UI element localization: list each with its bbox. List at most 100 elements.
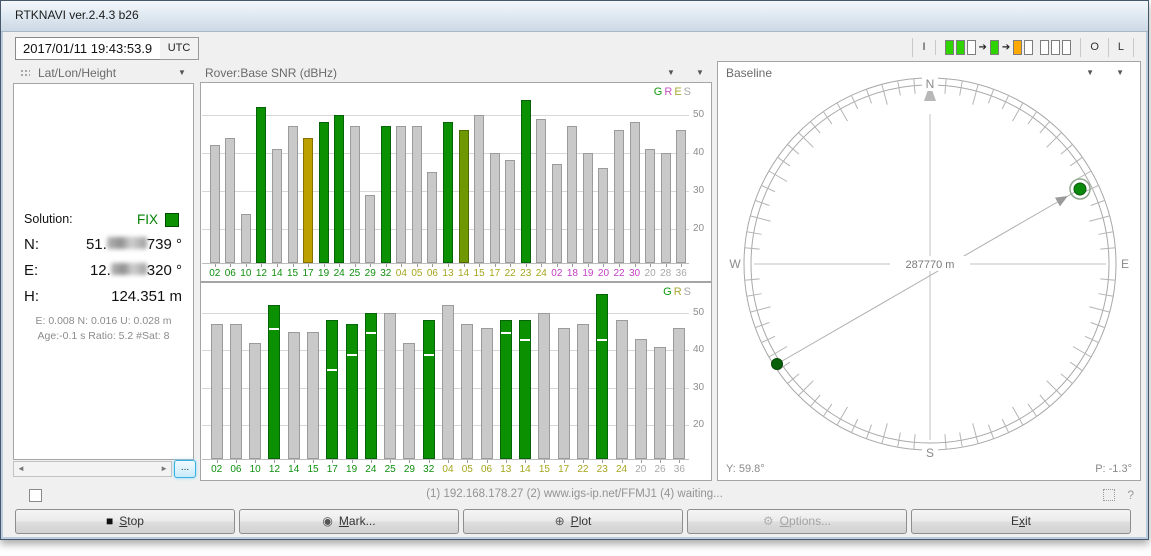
snr-bar [443, 122, 453, 263]
plot-button[interactable]: ⊕Plot [463, 509, 683, 534]
satellite-id-label: 26 [650, 464, 669, 475]
x-axis-tick [564, 460, 565, 463]
snr-bar [577, 324, 589, 459]
button-label: Plot [571, 514, 592, 528]
satellite-id-label: 15 [535, 464, 554, 475]
compass-north-label: N [926, 77, 935, 91]
satellite-id-label: 14 [515, 464, 534, 475]
x-axis-tick [544, 460, 545, 463]
compass-tick [750, 216, 770, 221]
satellite-id-label: 14 [269, 268, 285, 279]
exit-button[interactable]: Exit [911, 509, 1131, 534]
compass-tick [945, 79, 946, 94]
satellite-id-label: 13 [440, 268, 456, 279]
compass-tick [882, 423, 887, 443]
snr-bar [225, 138, 235, 263]
satellite-id-label: 20 [642, 268, 658, 279]
y-axis-tick-label: 40 [693, 147, 704, 158]
snr-bar [334, 115, 344, 263]
satellite-id-label: 17 [554, 464, 573, 475]
compass-tick [1100, 279, 1115, 280]
x-axis-tick [602, 460, 603, 463]
snr-bar [635, 339, 647, 459]
snr-bar [583, 153, 593, 263]
base-snr-chart: 2030405002061012141517192425293204050613… [200, 282, 712, 481]
snr-bar [536, 119, 546, 263]
x-axis-tick [557, 264, 558, 267]
legend-letter: S [684, 286, 693, 298]
y-axis-tick-label: 50 [693, 307, 704, 318]
compass-tick [778, 157, 790, 166]
stop-button[interactable]: ■Stop [15, 509, 235, 534]
satellite-id-label: 13 [496, 464, 515, 475]
mark-button[interactable]: ◉Mark... [239, 509, 459, 534]
solution-scrollbar[interactable]: ◄ ► [13, 461, 172, 477]
output-stream-button[interactable]: O [1080, 38, 1108, 57]
x-axis-line [202, 263, 689, 264]
time-system-button[interactable]: UTC [160, 37, 199, 60]
satellite-id-label: 36 [670, 464, 689, 475]
satellite-id-label: 14 [456, 268, 472, 279]
east-label: E: [24, 262, 38, 279]
snr-bar [326, 320, 338, 459]
age-ratio-sat-text: Age:-0.1 s Ratio: 5.2 #Sat: 8 [14, 330, 193, 342]
input-stream-button[interactable]: I [912, 38, 934, 57]
button-label: Options... [780, 514, 831, 528]
title-bar[interactable]: RTKNAVI ver.2.4.3 b26 [1, 1, 1148, 32]
snr-bar [598, 168, 608, 263]
snr-bar [676, 130, 686, 263]
satellite-id-label: 04 [438, 464, 457, 475]
snr-bar [384, 313, 396, 459]
satellite-id-label: 05 [458, 464, 477, 475]
x-axis-tick [352, 460, 353, 463]
status-bar: (1) 192.168.178.27 (2) www.igs-ip.net/FF… [1, 483, 1148, 507]
x-axis-tick [666, 264, 667, 267]
x-axis-tick [230, 264, 231, 267]
snr-bar [427, 172, 437, 263]
snr-bar [490, 153, 500, 263]
snr-bar [481, 328, 493, 459]
scroll-right-icon[interactable]: ► [160, 463, 168, 475]
snr-plot-type-dropdown[interactable]: ▼ [667, 68, 675, 77]
tray-icon[interactable] [1103, 489, 1115, 501]
snr-secondary-mark [327, 369, 337, 371]
solution-format-dropdown[interactable]: ▼ [178, 68, 186, 77]
expand-button[interactable]: ... [174, 460, 196, 478]
x-axis-tick [246, 264, 247, 267]
x-axis-tick [308, 264, 309, 267]
x-axis-tick [622, 460, 623, 463]
satellite-id-label: 32 [378, 268, 394, 279]
snr-bar [403, 343, 415, 459]
snr-plot-title: Rover:Base SNR (dBHz) [205, 66, 337, 80]
satellite-id-label: 23 [593, 464, 612, 475]
x-axis-tick [217, 460, 218, 463]
satellite-id-label: 17 [323, 464, 342, 475]
satellite-id-label: 19 [316, 268, 332, 279]
satellite-id-label: 18 [565, 268, 581, 279]
snr-bar [654, 347, 666, 460]
x-axis-tick [635, 264, 636, 267]
drag-grip-icon [20, 69, 30, 77]
x-axis-tick [506, 460, 507, 463]
x-axis-tick [660, 460, 661, 463]
legend-letter: S [684, 86, 693, 98]
satellite-id-label: 02 [549, 268, 565, 279]
x-axis-tick [371, 460, 372, 463]
legend-letter: E [674, 86, 683, 98]
compass-west-label: W [729, 257, 741, 271]
log-stream-button[interactable]: L [1108, 38, 1134, 57]
snr-freq-dropdown[interactable]: ▼ [696, 68, 704, 77]
snr-bar [552, 164, 562, 263]
x-axis-tick [370, 264, 371, 267]
options-button[interactable]: ⚙Options... [687, 509, 907, 534]
x-axis-tick [355, 264, 356, 267]
help-icon[interactable]: ? [1127, 488, 1134, 502]
snr-bar [272, 149, 282, 263]
legend-letter: G [654, 86, 665, 98]
snr-bar [307, 332, 319, 460]
time-display[interactable]: 2017/01/11 19:43:53.9 [15, 37, 168, 60]
redacted-digits [111, 263, 147, 275]
snr-bar [230, 324, 242, 459]
x-axis-tick [603, 264, 604, 267]
scroll-left-icon[interactable]: ◄ [17, 463, 25, 475]
